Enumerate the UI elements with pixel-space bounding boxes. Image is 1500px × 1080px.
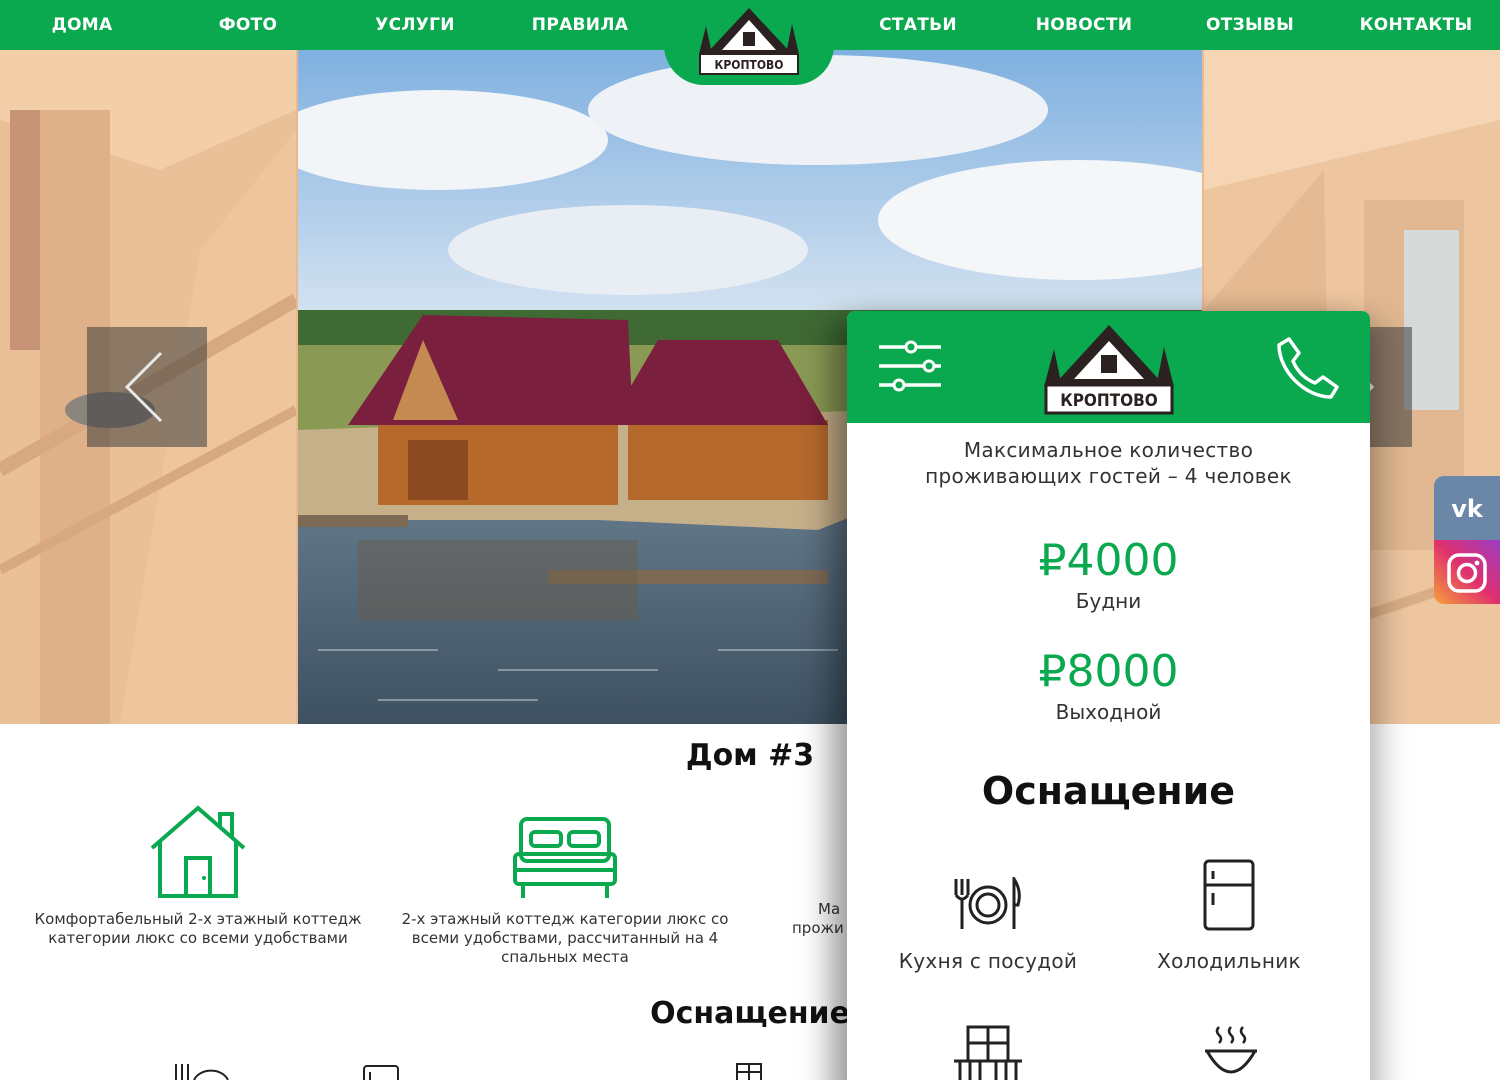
instagram-button[interactable] (1434, 540, 1500, 604)
equipment-label: Кухня с посудой (898, 949, 1078, 973)
vk-icon: vk (1451, 495, 1484, 523)
nav-item-reviews[interactable]: ОТЗЫВЫ (1195, 0, 1305, 50)
price-weekend-label: Выходной (1055, 700, 1162, 724)
nav-item-articles[interactable]: СТАТЬИ (868, 0, 968, 50)
bed-icon (513, 817, 617, 898)
feature-item: 2-х этажный коттедж категории люкс со вс… (395, 790, 735, 967)
equipment-item: Кухня с посудой (868, 859, 1108, 973)
plate-cutlery-icon (954, 877, 1021, 929)
capacity-line: проживающих гостей – 4 человек (925, 464, 1292, 488)
menu-sliders-icon[interactable] (877, 339, 943, 393)
feature-item: Комфортабельный 2-х этажный коттедж кате… (28, 790, 368, 948)
plate-cutlery-icon (175, 1064, 229, 1080)
nav-item-services[interactable]: УСЛУГИ (365, 0, 465, 50)
nav-item-contacts[interactable]: КОНТАКТЫ (1355, 0, 1477, 50)
logo-text: КРОПТОВО (715, 58, 784, 72)
price-weekday: ₽4000 (1038, 535, 1179, 586)
capacity-text: Максимальное количество проживающих гост… (847, 437, 1370, 489)
capacity-line: Максимальное количество (963, 438, 1254, 462)
logo-emblem: КРОПТОВО (699, 8, 799, 75)
feature-text-partial: прожи (792, 919, 844, 937)
house-icon (150, 805, 246, 898)
mobile-equipment-title: Оснащение (981, 769, 1236, 813)
mobile-header: КРОПТОВО (847, 311, 1370, 423)
mobile-logo-text: КРОПТОВО (1060, 391, 1158, 411)
instagram-icon (1447, 553, 1487, 593)
feature-text-partial: Ма (818, 900, 841, 918)
slider-prev-button[interactable] (87, 327, 207, 447)
grill-icon (1205, 1026, 1257, 1074)
vk-button[interactable]: vk (1434, 476, 1500, 540)
feature-text: Комфортабельный 2-х этажный коттедж кате… (34, 910, 362, 947)
price-weekend: ₽8000 (1038, 646, 1179, 697)
mobile-logo[interactable]: КРОПТОВО (1040, 321, 1178, 417)
nav-item-news[interactable]: НОВОСТИ (1028, 0, 1140, 50)
nav-item-rules[interactable]: ПРАВИЛА (525, 0, 635, 50)
equipment-item: Холодильник (1109, 859, 1349, 973)
phone-icon[interactable] (1275, 335, 1341, 401)
mobile-preview: КРОПТОВО Максимальное количество прожива… (847, 311, 1370, 1080)
feature-text: 2-х этажный коттедж категории люкс со вс… (401, 910, 729, 966)
equipment-label: Холодильник (1157, 949, 1301, 973)
site-logo[interactable]: КРОПТОВО (664, 0, 834, 85)
nav-item-photo[interactable]: ФОТО (208, 0, 288, 50)
balcony-icon (954, 1025, 1022, 1080)
balcony-icon (736, 1063, 762, 1080)
svg-text:vk: vk (1451, 495, 1484, 523)
chevron-left-icon (124, 351, 163, 423)
price-weekday-label: Будни (1075, 589, 1142, 613)
nav-item-houses[interactable]: ДОМА (42, 0, 122, 50)
fridge-icon (1203, 859, 1255, 931)
fridge-icon (363, 1065, 399, 1080)
